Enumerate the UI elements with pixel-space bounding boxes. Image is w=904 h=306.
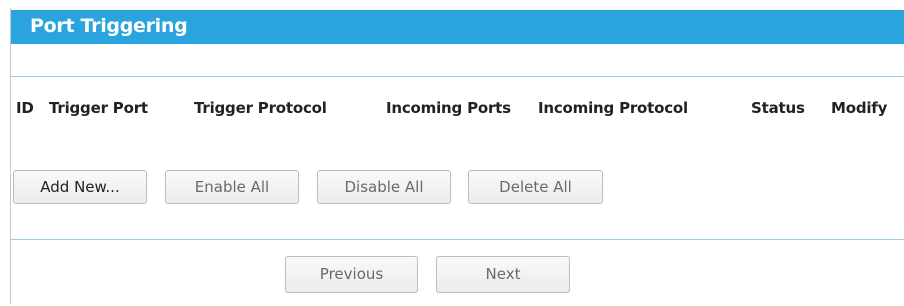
column-header-incoming-ports: Incoming Ports xyxy=(386,99,511,117)
divider-bottom xyxy=(11,239,904,240)
enable-all-button[interactable]: Enable All xyxy=(165,170,299,204)
column-header-trigger-port: Trigger Port xyxy=(49,99,148,117)
column-header-status: Status xyxy=(751,99,805,117)
add-new-button[interactable]: Add New... xyxy=(13,170,147,204)
column-header-id: ID xyxy=(16,99,34,117)
page-title: Port Triggering xyxy=(30,15,188,37)
next-button[interactable]: Next xyxy=(436,256,570,293)
port-triggering-panel: Port Triggering ID Trigger Port Trigger … xyxy=(10,8,904,304)
disable-all-button[interactable]: Disable All xyxy=(317,170,451,204)
column-header-incoming-protocol: Incoming Protocol xyxy=(538,99,688,117)
column-header-trigger-protocol: Trigger Protocol xyxy=(194,99,327,117)
delete-all-button[interactable]: Delete All xyxy=(468,170,603,204)
previous-button[interactable]: Previous xyxy=(285,256,418,293)
column-header-modify: Modify xyxy=(831,99,888,117)
divider-top xyxy=(11,76,904,77)
title-bar: Port Triggering xyxy=(11,10,904,44)
